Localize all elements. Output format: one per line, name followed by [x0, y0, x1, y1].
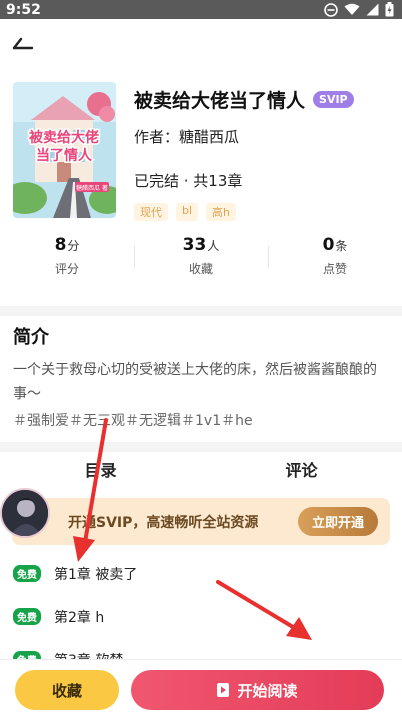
- start-reading-button[interactable]: 开始阅读: [131, 670, 384, 710]
- stat-label: 点赞: [322, 262, 347, 276]
- chapter-item[interactable]: 免费 第2章 h: [0, 595, 402, 638]
- stat-label: 收藏: [188, 262, 213, 276]
- intro-section: 简介 一个关于救母心切的受被送上大佬的床，然后被酱酱酿酿的事～ ＃强制爱＃无三观…: [0, 318, 402, 440]
- free-badge: 免费: [13, 565, 41, 582]
- stat-rating: 8分 评分: [0, 234, 134, 280]
- avatar-image: [2, 490, 48, 536]
- start-reading-label: 开始阅读: [237, 681, 298, 700]
- cover-illustration: 被卖给大佬 当了情人 糖醋西瓜 著: [13, 82, 116, 218]
- book-tags: 现代 bl 高h: [134, 203, 237, 221]
- intro-title: 简介: [13, 327, 49, 348]
- status-icons: [324, 2, 394, 17]
- section-divider: [0, 306, 402, 316]
- book-status: 已完结 · 共13章: [134, 172, 243, 190]
- status-time: 9:52: [6, 1, 41, 18]
- wifi-icon: [344, 3, 360, 15]
- book-tag[interactable]: 高h: [206, 203, 237, 221]
- status-bar: 9:52: [0, 0, 402, 19]
- book-cover[interactable]: 被卖给大佬 当了情人 糖醋西瓜 著: [13, 82, 116, 218]
- stat-favorites: 33人 收藏: [134, 234, 268, 280]
- bottom-action-bar: 收藏 开始阅读: [0, 659, 402, 716]
- stat-unit: 条: [335, 239, 348, 253]
- svip-promo-text: 开通SVIP，高速畅听全站资源: [68, 515, 259, 531]
- back-arrow-icon: [12, 37, 34, 50]
- stat-value: 8: [54, 235, 67, 255]
- do-not-disturb-icon: [324, 2, 338, 17]
- cover-title-line2: 当了情人: [36, 147, 93, 164]
- book-title: 被卖给大佬当了情人: [134, 90, 306, 112]
- signal-icon: [366, 3, 379, 16]
- stat-unit: 分: [67, 239, 80, 253]
- book-author[interactable]: 作者：糖醋西瓜: [134, 126, 239, 147]
- book-stats: 8分 评分 33人 收藏 0条 点赞: [0, 234, 402, 280]
- back-button[interactable]: [10, 30, 42, 56]
- floating-avatar[interactable]: [0, 488, 50, 538]
- chapter-title: 第1章 被卖了: [54, 566, 138, 583]
- stat-label: 评分: [54, 262, 79, 276]
- chapter-item[interactable]: 免费 第1章 被卖了: [0, 552, 402, 595]
- book-title-row: 被卖给大佬当了情人 SVIP: [134, 86, 354, 113]
- svip-badge: SVIP: [313, 91, 354, 108]
- svip-promo-banner[interactable]: 开通SVIP，高速畅听全站资源 立即开通: [12, 498, 390, 545]
- cover-title-line1: 被卖给大佬: [29, 129, 99, 146]
- content-tabs: 目录 评论: [0, 456, 402, 486]
- collect-button[interactable]: 收藏: [15, 670, 119, 710]
- free-badge: 免费: [13, 608, 41, 625]
- intro-tags: ＃强制爱＃无三观＃无逻辑＃1v1＃he: [13, 413, 253, 429]
- stat-value: 33: [182, 235, 207, 255]
- stat-likes: 0条 点赞: [268, 234, 402, 280]
- book-tag[interactable]: 现代: [134, 203, 168, 221]
- book-tag[interactable]: bl: [176, 203, 199, 221]
- stat-unit: 人: [207, 239, 220, 253]
- intro-text: 一个关于救母心切的受被送上大佬的床，然后被酱酱酿酿的事～: [13, 362, 377, 402]
- cover-caption: 糖醋西瓜 著: [76, 184, 108, 192]
- play-icon: [217, 683, 230, 697]
- section-divider: [0, 442, 402, 452]
- battery-icon: [385, 2, 394, 17]
- book-header: 被卖给大佬 当了情人 糖醋西瓜 著 被卖给大佬当了情人 SVIP 作者：糖醋西瓜…: [0, 72, 402, 232]
- tab-comments[interactable]: 评论: [201, 456, 402, 486]
- stat-value: 0: [322, 235, 335, 255]
- chapter-title: 第2章 h: [54, 609, 105, 626]
- tab-catalog[interactable]: 目录: [0, 456, 201, 486]
- open-svip-button[interactable]: 立即开通: [298, 507, 378, 536]
